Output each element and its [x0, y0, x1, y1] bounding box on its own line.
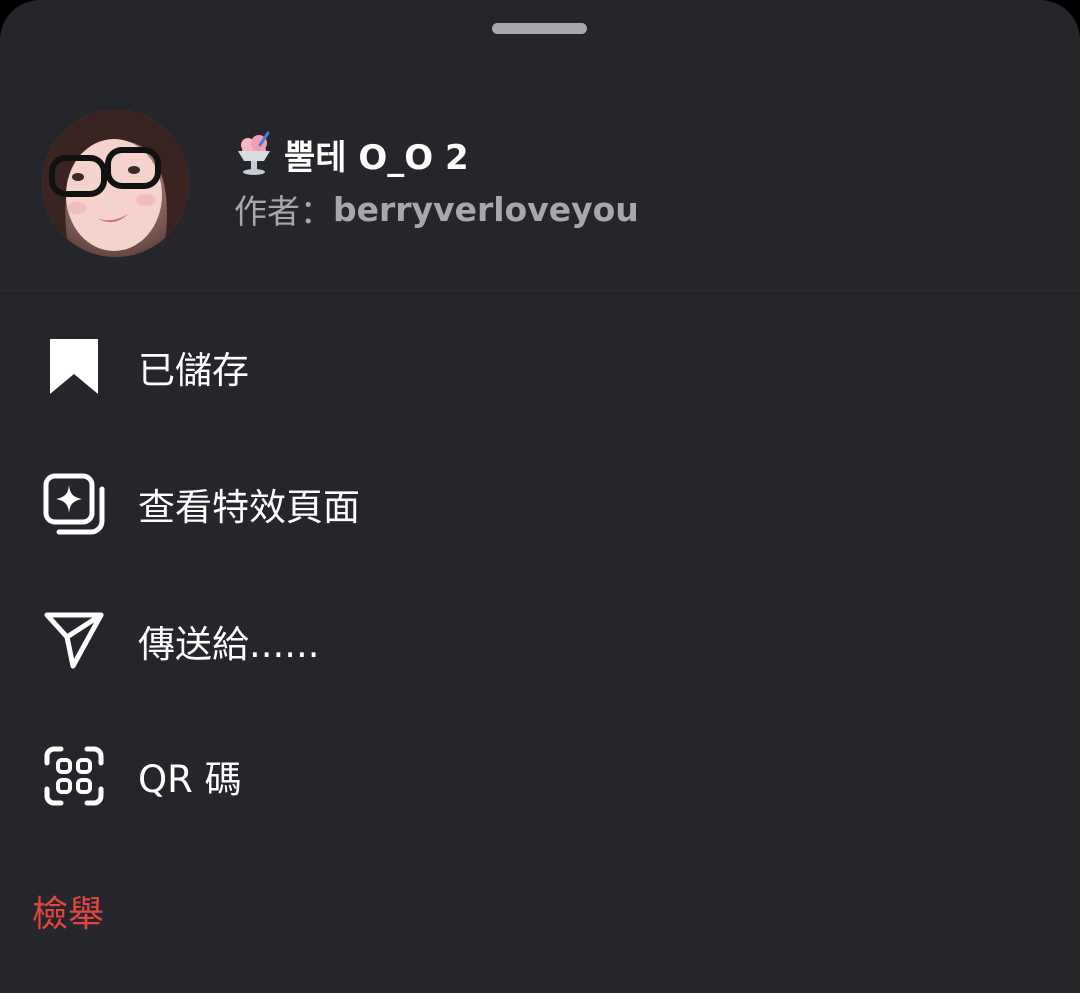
menu-item-send-to[interactable]: 傳送給...... — [0, 590, 1080, 700]
menu-label-qr-code: QR 碼 — [138, 758, 242, 801]
effect-sparkle-icon — [43, 473, 105, 535]
send-paper-plane-icon — [44, 612, 104, 669]
author-avatar[interactable] — [42, 110, 189, 257]
effect-header: 뿔테 O_O 2 作者： berryverloveyou — [0, 0, 1080, 291]
menu-label-send-to: 傳送給...... — [138, 623, 320, 666]
effect-name-text: 뿔테 O_O 2 — [284, 137, 469, 178]
author-prefix: 作者： — [234, 192, 333, 231]
menu-label-view-effect: 查看特效頁面 — [138, 486, 360, 529]
bottom-sheet: 뿔테 O_O 2 作者： berryverloveyou 已儲存 查看特效頁面 … — [0, 0, 1080, 993]
bookmark-filled-icon — [50, 339, 98, 394]
author-name[interactable]: berryverloveyou — [333, 190, 639, 229]
shaved-ice-emoji-icon — [234, 131, 274, 177]
menu-label-saved: 已儲存 — [138, 349, 249, 392]
menu-item-view-effect[interactable]: 查看特效頁面 — [0, 453, 1080, 563]
author-line[interactable]: 作者： berryverloveyou — [234, 185, 639, 233]
qr-scan-icon — [44, 746, 104, 806]
report-button[interactable]: 檢舉 — [32, 890, 104, 940]
menu-item-saved[interactable]: 已儲存 — [0, 316, 1080, 426]
menu-item-qr-code[interactable]: QR 碼 — [0, 725, 1080, 835]
effect-title[interactable]: 뿔테 O_O 2 — [234, 128, 469, 180]
